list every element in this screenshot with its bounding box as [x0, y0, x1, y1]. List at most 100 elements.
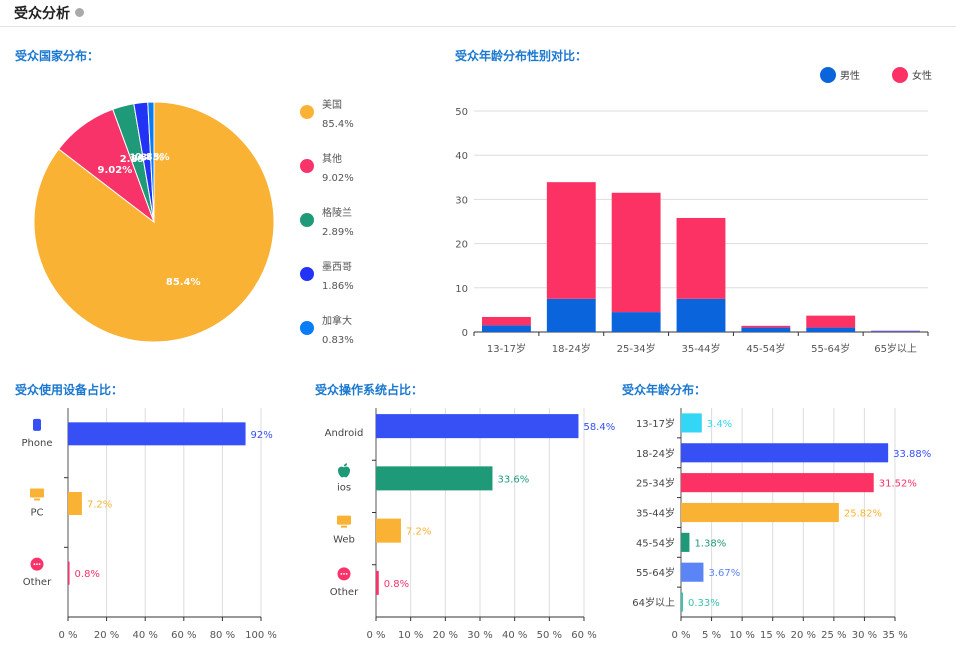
bar[interactable] [376, 414, 579, 439]
phone-body [33, 418, 41, 431]
phone-icon [33, 418, 41, 431]
monitor-icon [337, 515, 351, 528]
monitor-stand [341, 525, 347, 528]
bar[interactable] [376, 466, 493, 491]
legend-marker[interactable] [300, 267, 314, 281]
x-tick-label: 25-34岁 [617, 342, 656, 355]
x-tick-label: 35-44岁 [681, 342, 720, 355]
monitor-icon [30, 488, 44, 501]
bar-segment[interactable] [546, 182, 596, 299]
bar-value-label: 1.38% [694, 538, 726, 549]
legend-value: 85.4% [322, 119, 354, 130]
monitor-screen [30, 488, 44, 498]
pie-slice-label: 85.4% [166, 277, 201, 288]
bar-segment[interactable] [676, 298, 726, 332]
more-dot [343, 572, 345, 575]
y-tick-label: 40 [455, 151, 468, 162]
bar[interactable] [376, 518, 401, 543]
bar[interactable] [68, 492, 82, 515]
legend-label: 男性 [840, 69, 860, 82]
bar-segment[interactable] [676, 217, 726, 299]
apple-icon [338, 463, 350, 478]
legend-label: 女性 [912, 69, 932, 82]
y-category-label: 25-34岁 [636, 477, 675, 490]
legend-label: 其他 [322, 152, 342, 165]
legend-value: 0.83% [322, 335, 354, 346]
x-tick-label: 20 % [94, 630, 119, 641]
y-category-label: 35-44岁 [636, 507, 675, 520]
bar-segment[interactable] [546, 298, 596, 332]
bar[interactable] [681, 532, 690, 552]
legend-marker[interactable] [892, 67, 908, 83]
bar[interactable] [681, 562, 704, 582]
bar-segment[interactable] [611, 192, 661, 313]
x-tick-label: 60 % [571, 630, 596, 641]
legend-marker[interactable] [300, 321, 314, 335]
bar-value-label: 7.2% [87, 500, 112, 511]
y-category-label: PC [30, 508, 43, 519]
bar[interactable] [681, 592, 684, 612]
x-tick-label: 30 % [467, 630, 492, 641]
bar-value-label: 3.67% [708, 568, 740, 579]
x-tick-label: 5 % [702, 630, 721, 641]
x-tick-label: 20 % [433, 630, 458, 641]
x-tick-label: 35 % [882, 630, 907, 641]
bar-segment[interactable] [806, 327, 856, 332]
x-tick-label: 0 % [671, 630, 690, 641]
y-tick-label: 20 [455, 240, 468, 251]
bar-segment[interactable] [482, 316, 531, 326]
bar-value-label: 58.4% [583, 422, 615, 433]
x-tick-label: 40 % [502, 630, 527, 641]
bar-segment[interactable] [741, 325, 791, 328]
bar-value-label: 31.52% [879, 479, 917, 490]
y-category-label: 64岁以上 [632, 596, 675, 609]
legend-marker[interactable] [820, 67, 836, 83]
bar[interactable] [681, 502, 839, 523]
legend-value: 1.86% [322, 281, 354, 292]
bar-segment[interactable] [482, 325, 531, 332]
apple-shape [338, 463, 350, 478]
legend-label: 墨西哥 [322, 261, 352, 273]
pie-slice-label: 0.83% [135, 152, 170, 163]
legend-marker[interactable] [300, 159, 314, 173]
x-tick-label: 20 % [791, 630, 816, 641]
bar-value-label: 3.4% [707, 419, 732, 430]
x-tick-label: 30 % [852, 630, 877, 641]
more-dot [38, 563, 41, 566]
bar[interactable] [376, 570, 379, 595]
x-tick-label: 10 % [729, 630, 754, 641]
x-tick-label: 25 % [821, 630, 846, 641]
legend-label: 美国 [322, 98, 342, 111]
bar[interactable] [68, 422, 246, 446]
x-tick-label: 100 % [245, 630, 277, 641]
bar-value-label: 25.82% [844, 509, 882, 520]
y-category-label: Other [23, 577, 52, 588]
x-tick-label: 60 % [171, 630, 196, 641]
y-category-label: 18-24岁 [636, 447, 675, 460]
y-category-label: ios [337, 482, 351, 493]
legend-marker[interactable] [300, 213, 314, 227]
more-dot [36, 563, 38, 566]
x-tick-label: 13-17岁 [487, 342, 526, 355]
monitor-screen [337, 515, 351, 525]
bar[interactable] [681, 413, 702, 433]
bar-value-label: 7.2% [406, 527, 431, 538]
legend-label: 格陵兰 [322, 206, 352, 219]
y-category-label: 55-64岁 [636, 566, 675, 579]
x-tick-label: 50 % [537, 630, 562, 641]
y-category-label: Android [325, 428, 364, 439]
bar[interactable] [68, 561, 70, 585]
bar-value-label: 0.8% [75, 569, 100, 580]
bar-segment[interactable] [611, 312, 661, 332]
bar[interactable] [681, 473, 874, 493]
legend-marker[interactable] [300, 105, 314, 119]
bar-segment[interactable] [741, 327, 791, 332]
bar-segment[interactable] [871, 331, 920, 332]
more-dot [33, 563, 36, 566]
bar-segment[interactable] [806, 315, 856, 328]
x-tick-label: 15 % [760, 630, 785, 641]
legend-label: 加拿大 [322, 314, 352, 327]
x-tick-label: 55-64岁 [811, 342, 850, 355]
more-icon [337, 567, 351, 581]
bar[interactable] [681, 443, 889, 463]
